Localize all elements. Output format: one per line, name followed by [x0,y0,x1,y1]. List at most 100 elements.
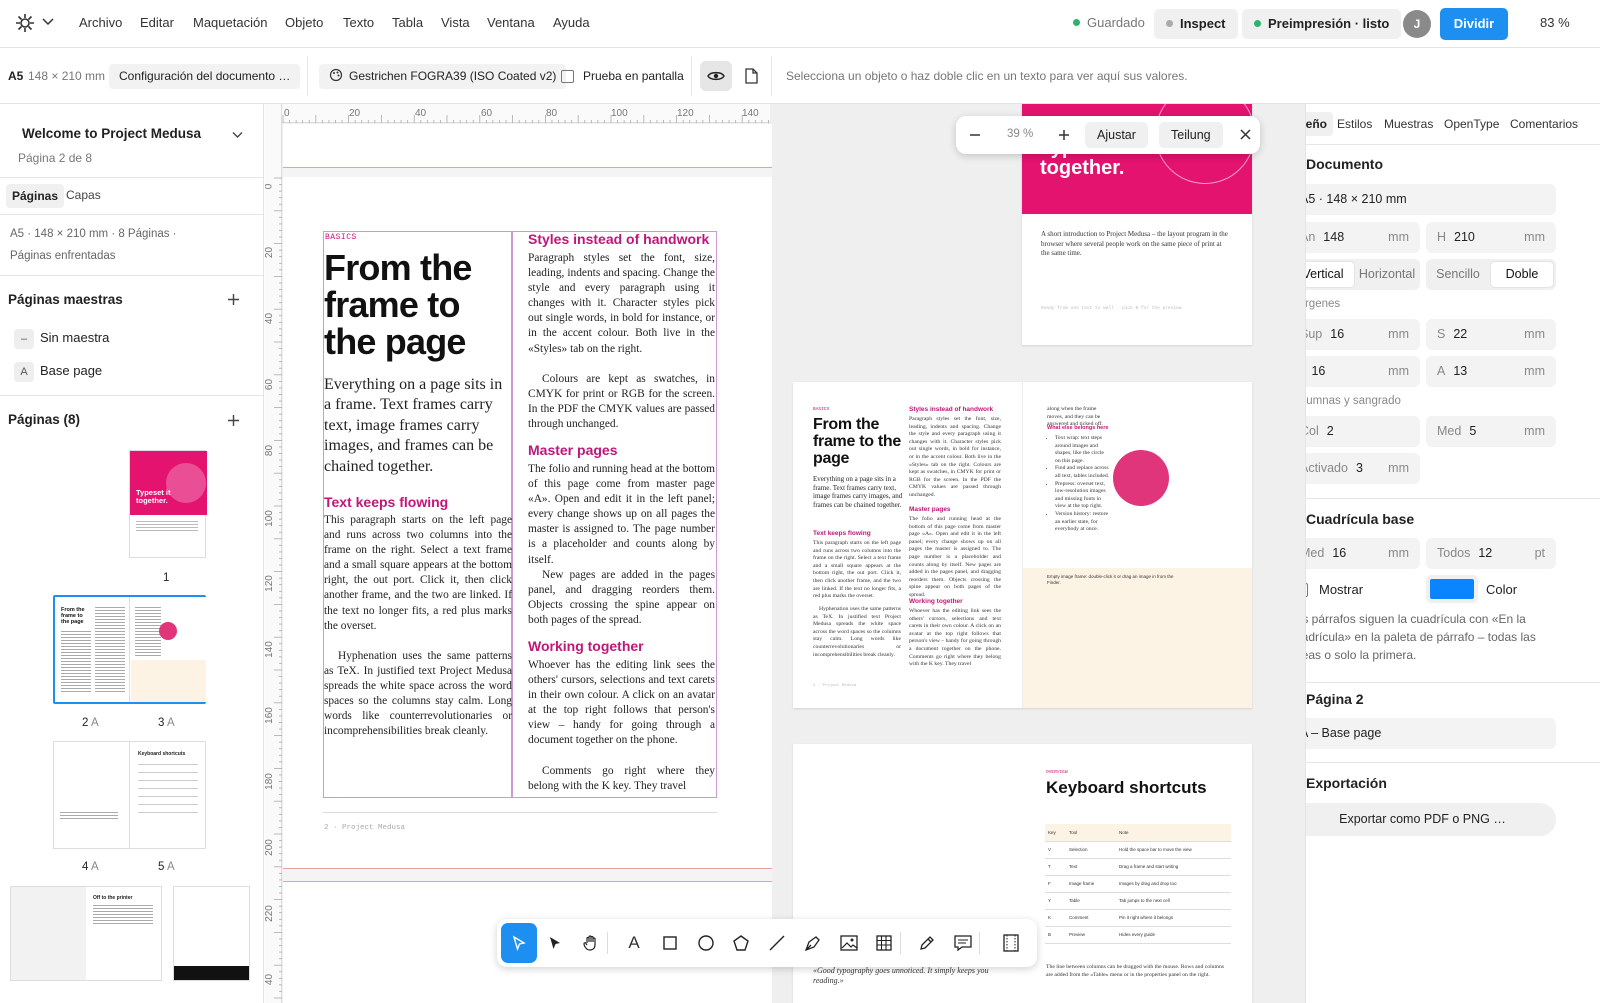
master-item-none[interactable]: – Sin maestra [14,328,244,350]
spread-button[interactable]: Teilung [1159,122,1223,148]
select-tool-icon[interactable] [501,923,537,963]
menu-tabla[interactable]: Tabla [392,15,423,30]
spread-preview-2-3[interactable]: BASICS From the frame to the page Everyt… [793,382,1252,708]
page-thumbnail-1[interactable]: Typeset it together. [129,450,207,558]
document-size-field[interactable]: A5 · 148 × 210 mm [1306,184,1556,215]
menu-editar[interactable]: Editar [140,15,174,30]
field-value: 16 [1330,327,1345,341]
sides-double[interactable]: Doble [1490,261,1554,288]
close-icon[interactable] [1239,128,1252,144]
tab-styles[interactable]: Estilos [1337,117,1372,131]
gutter-field[interactable]: Med 5 mm [1426,416,1556,447]
line-tool-icon[interactable] [759,923,795,963]
split-button[interactable]: Dividir [1440,8,1508,40]
page-2[interactable]: BASICS From the frame to the page Everyt… [283,124,772,1003]
document-title[interactable]: Welcome to Project Medusa [22,126,201,141]
menu-texto[interactable]: Texto [343,15,374,30]
columns-field[interactable]: Col 2 [1306,416,1420,447]
spread-thumbnail-6-7[interactable]: Off to the printer [10,886,250,1003]
eyedropper-tool-icon[interactable] [909,923,945,963]
document-setup-button[interactable]: Configuración del documento … [109,64,301,89]
color-profile-button[interactable]: Gestrichen FOGRA39 (ISO Coated v2) [319,64,567,89]
zoom-level[interactable]: 83 % [1540,15,1570,30]
ruler-label-v-100: 100 [265,510,275,527]
thumb-lines [60,812,118,820]
table-cell: Comment [1069,915,1089,920]
master-item-base[interactable]: A Base page [14,361,244,383]
zoom-out-icon[interactable] [968,128,982,145]
tab-layers[interactable]: Capas [66,188,101,202]
tab-pages[interactable]: Páginas [6,184,65,208]
grid-increment-field[interactable]: Med 16 mm [1306,538,1420,569]
menu-objeto[interactable]: Objeto [285,15,323,30]
chevron-down-icon[interactable] [231,128,244,144]
table-tool-icon[interactable] [866,923,902,963]
width-field[interactable]: An 148 mm [1306,222,1420,253]
ruler-label-h-60: 60 [481,108,493,119]
menu-vista[interactable]: Vista [441,15,470,30]
text-tool-icon[interactable]: A [616,923,652,963]
preflight-button[interactable]: Preimpresión · listo [1242,9,1402,39]
hand-tool-icon[interactable] [573,923,609,963]
tab-opentype[interactable]: OpenType [1444,117,1499,131]
canvas[interactable]: 0 20 40 60 80 100 120 140 0 20 40 60 80 … [265,104,1305,1003]
add-page-icon[interactable] [227,414,240,430]
zoom-in-icon[interactable] [1057,128,1071,145]
direct-select-tool-icon[interactable] [537,923,573,963]
page-gap [283,168,772,177]
field-unit: pt [1534,546,1545,560]
rectangle-tool-icon[interactable] [652,923,688,963]
orientation-vertical[interactable]: Vertical [1306,261,1355,288]
field-unit: mm [1524,230,1545,244]
paragraph-work-2: Comments go right where they belong with… [528,765,715,793]
menu-ayuda[interactable]: Ayuda [553,15,590,30]
comment-tool-icon[interactable] [945,923,981,963]
export-button[interactable]: Exportar como PDF o PNG … [1306,803,1556,836]
avatar[interactable]: J [1403,10,1431,38]
polygon-tool-icon[interactable] [723,923,759,963]
ruler-label-v-200: 200 [265,839,275,856]
orientation-horizontal[interactable]: Horizontal [1355,261,1419,288]
margin-outside-field[interactable]: S 22 mm [1426,319,1556,350]
chevron-down-icon[interactable] [41,14,55,28]
bullet-item: Text wrap: text steps around images and … [1055,435,1111,465]
inspect-dot-icon [1166,20,1173,27]
master-letter: A [90,717,99,729]
page-icon[interactable] [745,68,758,87]
field-label: S [1437,327,1446,341]
inspect-button[interactable]: Inspect [1154,9,1238,39]
field-value: 16 [1311,364,1326,378]
preview-eye-button[interactable] [700,61,732,91]
zoom-value[interactable]: 39 % [1007,128,1033,140]
ruler-label-v-40b: 40 [265,973,276,986]
image-frame-tool-icon[interactable] [831,923,867,963]
softproof-checkbox[interactable] [561,70,574,83]
add-master-icon[interactable] [227,293,240,309]
height-field[interactable]: H 210 mm [1426,222,1556,253]
tab-swatches[interactable]: Muestras [1384,117,1433,131]
page-master-field[interactable]: A – Base page [1306,718,1556,749]
tab-design[interactable]: Diseño [1306,112,1334,136]
bleed-line [283,881,772,882]
menu-archivo[interactable]: Archivo [79,15,122,30]
margin-inside-field[interactable]: I16mm [1306,356,1420,387]
menu-maquetacion[interactable]: Maquetación [193,15,267,30]
headline: From the frame to the page [324,247,472,362]
spread-thumbnail-2-3[interactable]: From the frame to the page [53,595,206,704]
margin-bottom-field[interactable]: A 13 mm [1426,356,1556,387]
margin-top-field[interactable]: Sup 16 mm [1306,319,1420,350]
preview-mode-tool-icon[interactable] [993,923,1029,963]
app-logo-icon[interactable] [14,12,36,34]
grid-all-field[interactable]: Todos 12 pt [1426,538,1556,569]
ellipse-tool-icon[interactable] [688,923,724,963]
fit-button[interactable]: Ajustar [1085,122,1148,148]
sides-single[interactable]: Sencillo [1426,261,1490,288]
menu-ventana[interactable]: Ventana [487,15,535,30]
tab-comments[interactable]: Comentarios [1510,117,1578,131]
bleed-field[interactable]: Activado 3 mm [1306,453,1420,484]
show-grid-checkbox[interactable] [1306,583,1308,597]
spread-thumbnail-4-5[interactable]: Keyboard shortcuts [53,741,206,849]
pen-tool-icon[interactable] [795,923,831,963]
grid-color-swatch[interactable] [1426,575,1478,603]
preview-bullet-list: Text wrap: text steps around images and … [1055,435,1111,534]
